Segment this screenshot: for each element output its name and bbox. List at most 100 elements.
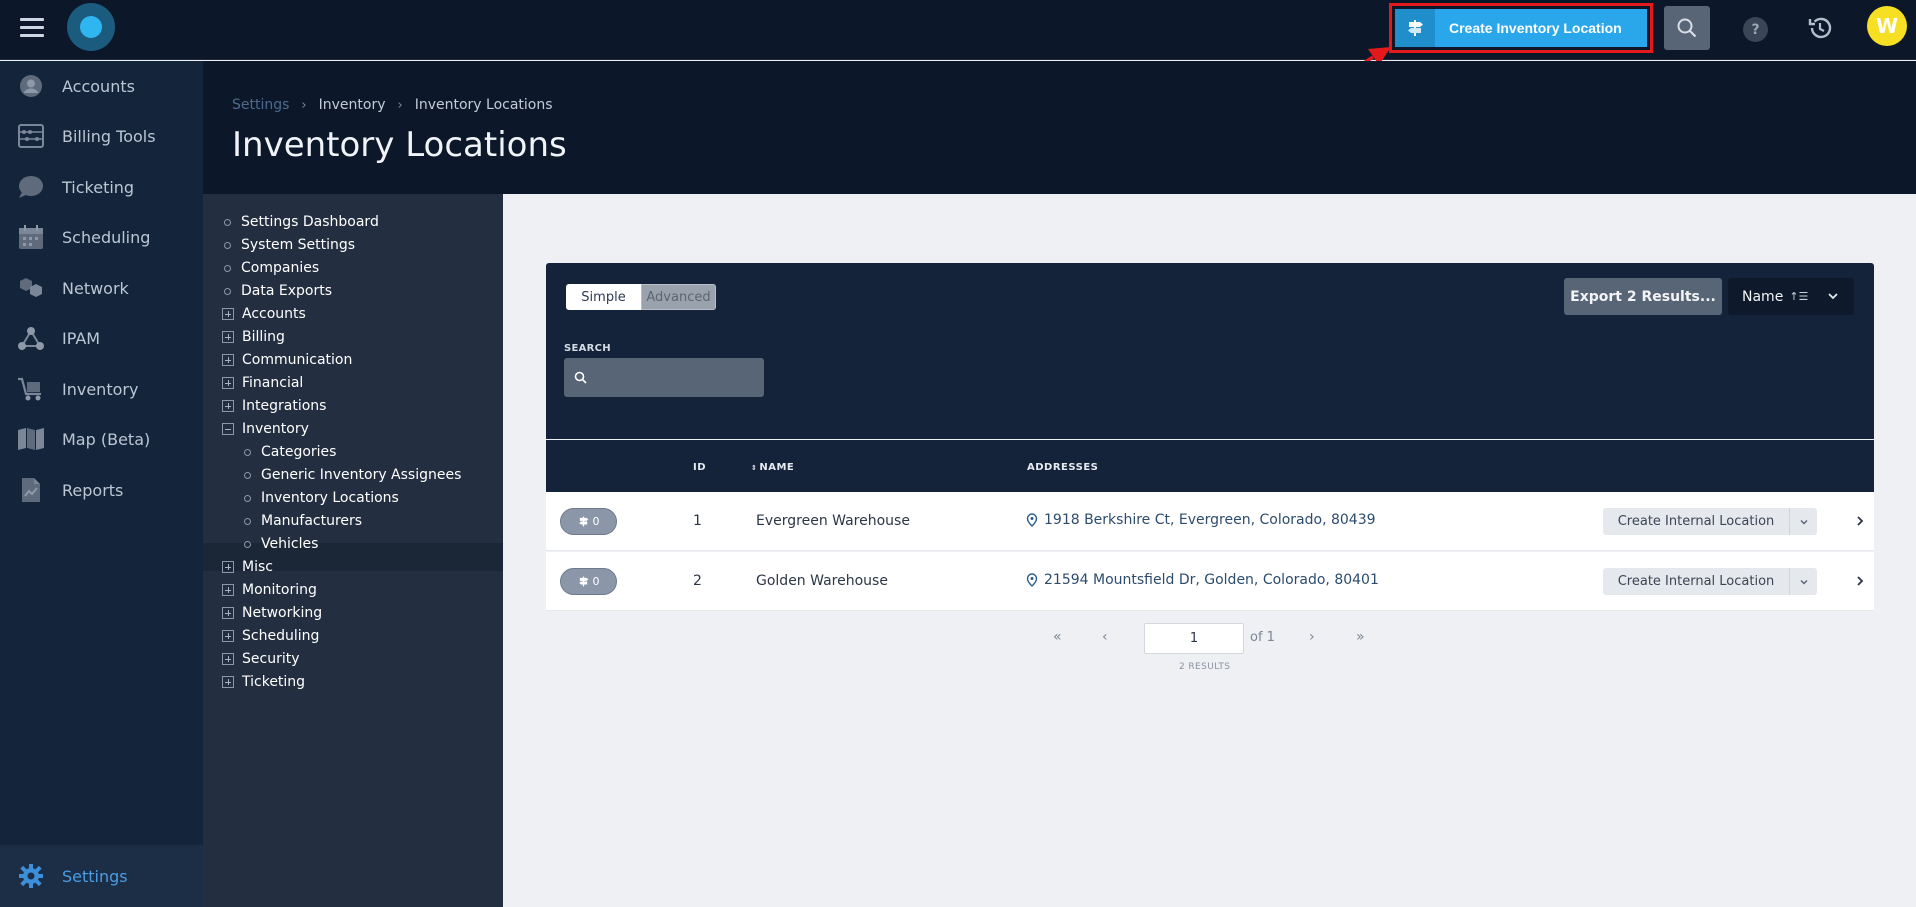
settings-item-settings-dashboard[interactable]: Settings Dashboard [224, 214, 379, 230]
bullet-icon [224, 218, 231, 226]
nav-item-ipam[interactable]: IPAM [0, 313, 203, 363]
table-row[interactable]: 0 1 Evergreen Warehouse 1918 Berkshire C… [546, 492, 1874, 551]
map-pin-icon [1026, 513, 1038, 527]
settings-item-inventory-locations[interactable]: Inventory Locations [244, 490, 399, 506]
create-inventory-location-label: Create Inventory Location [1449, 20, 1622, 36]
nav-item-settings[interactable]: Settings [0, 845, 203, 907]
bullet-icon [244, 448, 251, 456]
create-internal-location-button[interactable]: Create Internal Location [1603, 508, 1817, 535]
chevron-right-icon[interactable] [1853, 574, 1867, 588]
first-page-button[interactable]: « [1053, 629, 1062, 645]
next-page-button[interactable]: › [1309, 629, 1315, 645]
settings-group-accounts[interactable]: Accounts [222, 306, 306, 322]
settings-item-generic-inventory-assignees[interactable]: Generic Inventory Assignees [244, 467, 461, 483]
internal-locations-count-badge[interactable]: 0 [560, 568, 617, 595]
internal-locations-count-badge[interactable]: 0 [560, 508, 617, 535]
results-count: 2 RESULTS [1179, 662, 1231, 672]
breadcrumb-settings[interactable]: Settings [232, 97, 289, 113]
settings-item-categories[interactable]: Categories [244, 444, 336, 460]
settings-item-manufacturers[interactable]: Manufacturers [244, 513, 362, 529]
settings-item-system-settings[interactable]: System Settings [224, 237, 355, 253]
expand-plus-icon[interactable] [222, 607, 234, 619]
cell-address-link[interactable]: 1918 Berkshire Ct, Evergreen, Colorado, … [1026, 512, 1376, 528]
history-icon[interactable] [1805, 13, 1835, 43]
settings-group-security[interactable]: Security [222, 651, 300, 667]
cell-id: 1 [693, 513, 702, 529]
expand-plus-icon[interactable] [222, 354, 234, 366]
network-icon [17, 274, 45, 302]
search-mode-toggle: Simple Advanced [566, 284, 716, 310]
nav-item-ticketing[interactable]: Ticketing [0, 162, 203, 212]
bullet-icon [244, 517, 251, 525]
expand-plus-icon[interactable] [222, 584, 234, 596]
cell-address-link[interactable]: 21594 Mountsfield Dr, Golden, Colorado, … [1026, 572, 1379, 588]
expand-plus-icon[interactable] [222, 308, 234, 320]
settings-group-monitoring[interactable]: Monitoring [222, 582, 317, 598]
simple-mode-button[interactable]: Simple [566, 284, 641, 310]
nav-item-accounts[interactable]: Accounts [0, 61, 203, 111]
page-number-input[interactable] [1144, 623, 1244, 654]
sort-order-icon[interactable]: ↑☰ [1789, 290, 1808, 303]
settings-group-billing[interactable]: Billing [222, 329, 285, 345]
settings-item-data-exports[interactable]: Data Exports [224, 283, 332, 299]
settings-item-companies[interactable]: Companies [224, 260, 319, 276]
signpost-icon [578, 576, 588, 587]
nav-item-scheduling[interactable]: Scheduling [0, 212, 203, 262]
user-avatar[interactable]: W [1867, 6, 1907, 46]
settings-group-inventory[interactable]: Inventory [222, 421, 309, 437]
column-header-name[interactable]: ⇕ NAME [751, 462, 794, 473]
search-field[interactable] [564, 358, 764, 397]
chevron-down-icon [1800, 519, 1807, 524]
actions-dropdown-toggle[interactable] [1789, 508, 1817, 535]
nav-item-map-beta[interactable]: Map (Beta) [0, 414, 203, 464]
nav-item-network[interactable]: Network [0, 263, 203, 313]
help-icon[interactable]: ? [1743, 17, 1768, 42]
settings-group-integrations[interactable]: Integrations [222, 398, 326, 414]
nav-item-inventory[interactable]: Inventory [0, 364, 203, 414]
expand-plus-icon[interactable] [222, 630, 234, 642]
settings-group-misc[interactable]: Misc [222, 559, 273, 575]
settings-group-financial[interactable]: Financial [222, 375, 303, 391]
expand-plus-icon[interactable] [222, 561, 234, 573]
nav-item-billing-tools[interactable]: Billing Tools [0, 111, 203, 161]
expand-plus-icon[interactable] [222, 331, 234, 343]
map-pin-icon [1026, 573, 1038, 587]
bullet-icon [244, 540, 251, 548]
create-internal-location-button[interactable]: Create Internal Location [1603, 568, 1817, 595]
settings-group-communication[interactable]: Communication [222, 352, 352, 368]
report-icon [17, 476, 45, 504]
sort-dropdown[interactable]: Name ↑☰ [1728, 278, 1854, 315]
settings-group-scheduling[interactable]: Scheduling [222, 628, 319, 644]
settings-group-ticketing[interactable]: Ticketing [222, 674, 305, 690]
expand-plus-icon[interactable] [222, 653, 234, 665]
page-title: Inventory Locations [232, 125, 567, 165]
actions-dropdown-toggle[interactable] [1789, 568, 1817, 595]
bullet-icon [244, 471, 251, 479]
table-row[interactable]: 0 2 Golden Warehouse 21594 Mountsfield D… [546, 552, 1874, 611]
expand-plus-icon[interactable] [222, 377, 234, 389]
global-search-button[interactable] [1664, 6, 1710, 50]
advanced-mode-button[interactable]: Advanced [641, 284, 716, 310]
nav-item-reports[interactable]: Reports [0, 465, 203, 515]
cell-name: Evergreen Warehouse [756, 513, 910, 529]
last-page-button[interactable]: » [1356, 629, 1365, 645]
expand-plus-icon[interactable] [222, 676, 234, 688]
column-header-id[interactable]: ID [693, 462, 706, 473]
chat-bubble-icon [17, 173, 45, 201]
gear-icon [17, 862, 45, 890]
settings-item-vehicles[interactable]: Vehicles [244, 536, 318, 552]
collapse-minus-icon[interactable] [222, 423, 234, 435]
top-bar: Create Inventory Location ? W [0, 0, 1916, 60]
search-input[interactable] [595, 369, 755, 386]
previous-page-button[interactable]: ‹ [1102, 629, 1108, 645]
create-inventory-location-button[interactable]: Create Inventory Location [1395, 9, 1647, 47]
hamburger-menu-icon[interactable] [20, 18, 44, 38]
breadcrumb-inventory[interactable]: Inventory [319, 97, 386, 113]
export-results-button[interactable]: Export 2 Results... [1564, 278, 1722, 315]
expand-plus-icon[interactable] [222, 400, 234, 412]
bullet-icon [224, 264, 231, 272]
settings-group-networking[interactable]: Networking [222, 605, 322, 621]
chevron-down-icon [1800, 579, 1807, 584]
app-logo[interactable] [67, 3, 115, 51]
chevron-right-icon[interactable] [1853, 514, 1867, 528]
